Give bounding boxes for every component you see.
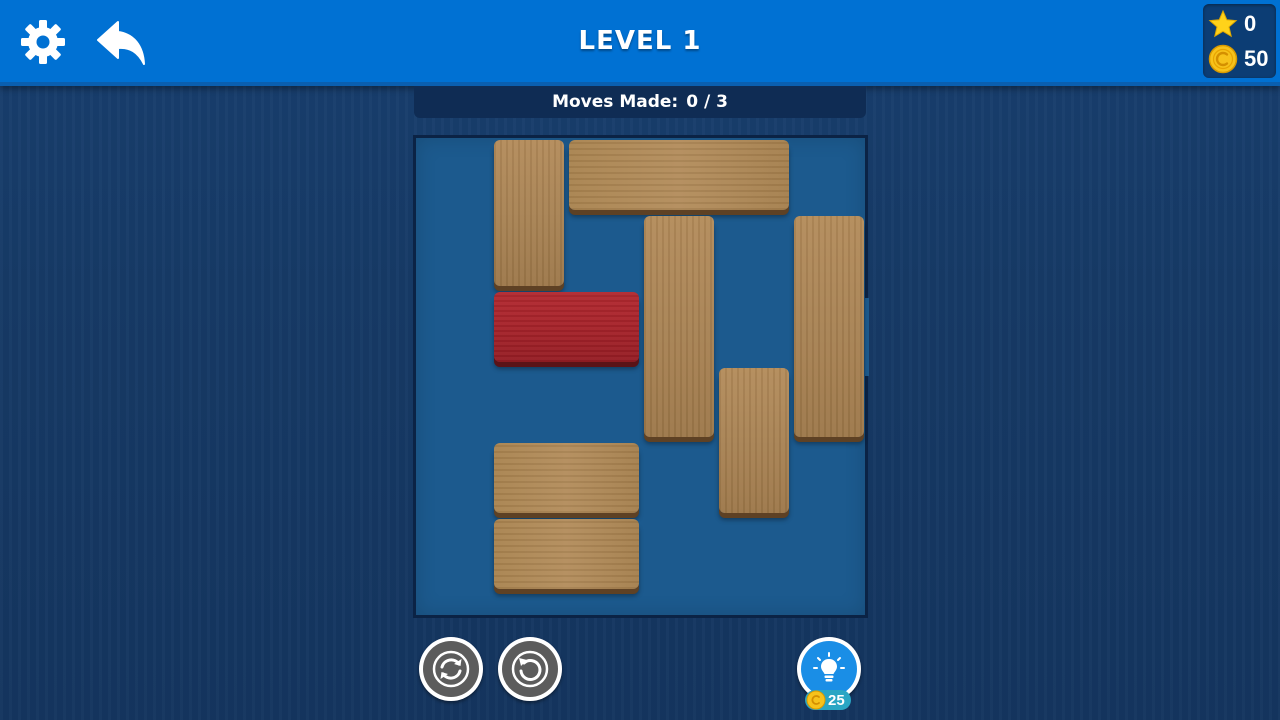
- stars-value: 0: [1244, 11, 1257, 36]
- back-button[interactable]: [96, 18, 148, 66]
- stars-counter: 0: [1208, 9, 1256, 39]
- currency-panel: 0 50: [1203, 4, 1276, 78]
- restart-icon: [432, 650, 470, 688]
- level-title: LEVEL 1: [578, 26, 702, 56]
- undo-icon: [511, 650, 549, 688]
- moves-value: 0 / 3: [686, 92, 728, 112]
- vertical-wood-block[interactable]: [719, 367, 789, 514]
- horizontal-wood-block[interactable]: [569, 140, 789, 210]
- vertical-wood-block[interactable]: [794, 215, 864, 438]
- undo-button[interactable]: [498, 637, 562, 701]
- restart-button-face: [423, 641, 479, 697]
- back-arrow-icon: [97, 21, 145, 65]
- horizontal-wood-block[interactable]: [494, 443, 639, 514]
- puzzle-board: [413, 135, 869, 618]
- coins-counter: 50: [1208, 44, 1268, 74]
- lightbulb-icon: [813, 652, 845, 682]
- star-icon: [1208, 9, 1238, 38]
- hint-cost-value: 25: [828, 691, 845, 709]
- vertical-wood-block[interactable]: [494, 140, 564, 286]
- restart-button[interactable]: [419, 637, 483, 701]
- hint-cost-badge: 25: [805, 690, 851, 710]
- settings-button[interactable]: [19, 18, 67, 66]
- top-bar: LEVEL 1 0 50: [0, 0, 1280, 86]
- moves-panel: Moves Made: 0 / 3: [414, 86, 866, 118]
- horizontal-wood-block[interactable]: [494, 519, 639, 590]
- vertical-wood-block[interactable]: [644, 215, 714, 438]
- board-exit: [865, 298, 869, 376]
- coins-value: 50: [1244, 46, 1269, 71]
- moves-label: Moves Made:: [552, 92, 679, 112]
- coin-icon: [1208, 44, 1238, 74]
- hint-button-face: [801, 641, 857, 697]
- undo-button-face: [502, 641, 558, 697]
- coin-icon: [806, 690, 826, 710]
- gear-icon: [21, 20, 65, 64]
- target-block[interactable]: [494, 291, 639, 362]
